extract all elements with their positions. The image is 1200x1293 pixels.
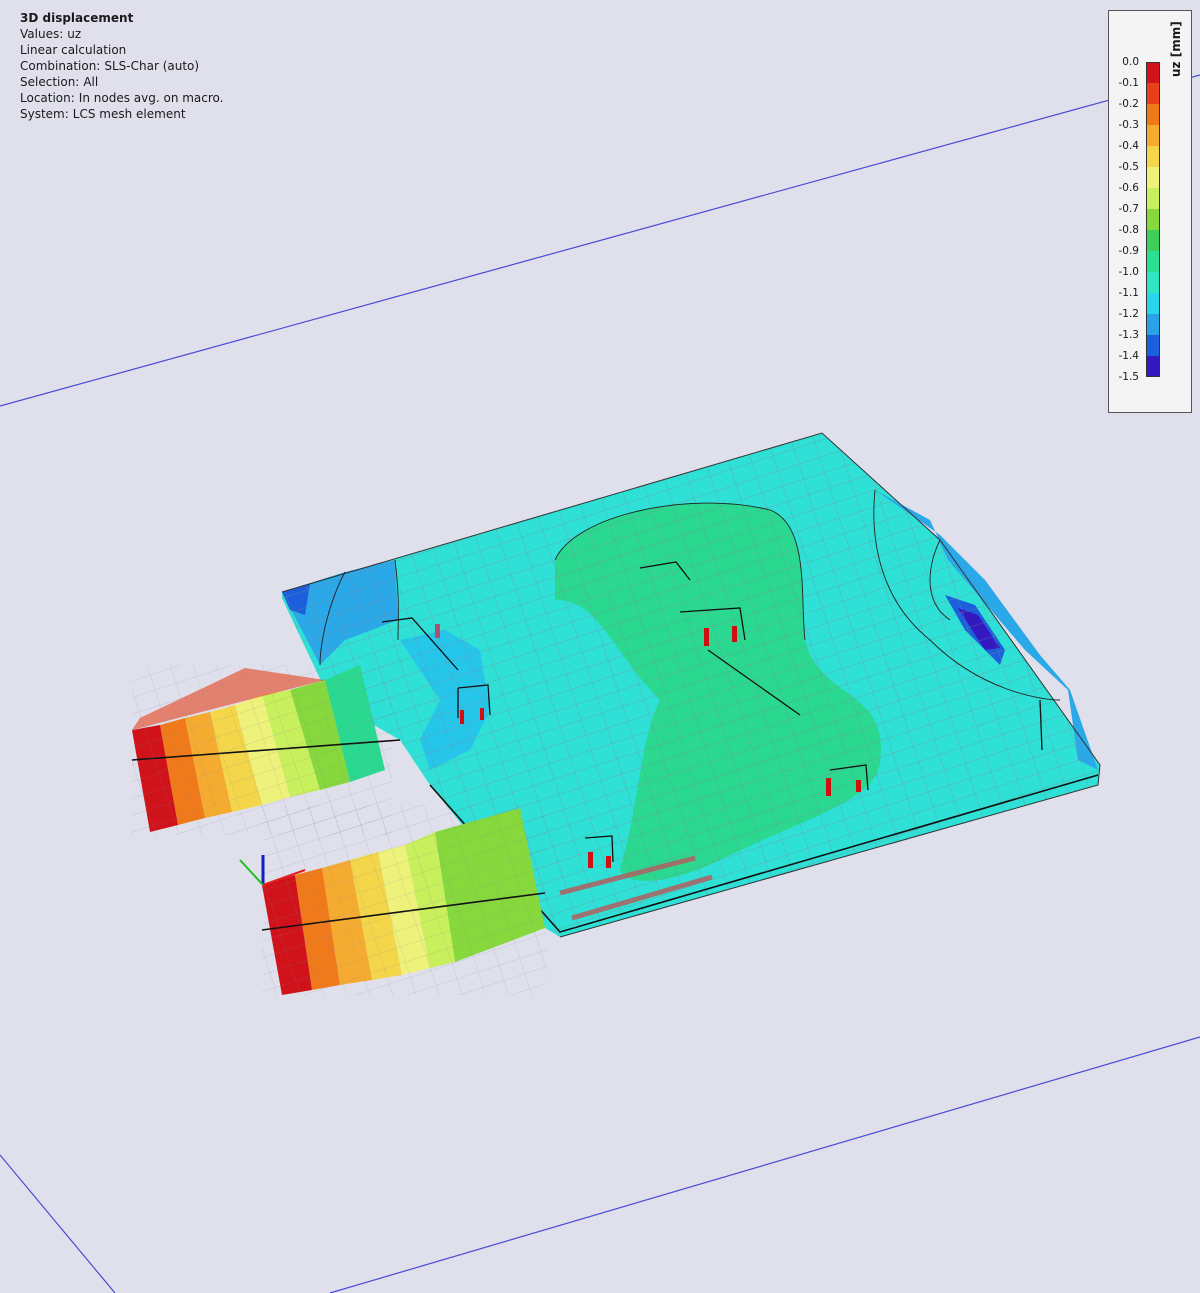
location-row: Location: In nodes avg. on macro.: [20, 90, 228, 106]
support-symbol: [704, 628, 709, 646]
selection-row: Selection: All: [20, 74, 228, 90]
support-symbol: [480, 708, 484, 720]
legend-swatch: [1146, 62, 1160, 83]
support-symbol: [606, 856, 611, 868]
location-value: In nodes avg. on macro.: [78, 91, 224, 105]
values-label: Values:: [20, 27, 64, 41]
system-value: LCS mesh element: [72, 107, 186, 121]
support-symbol: [588, 852, 593, 868]
legend-swatch: [1146, 356, 1160, 377]
legend-swatch: [1146, 251, 1160, 272]
result-title: 3D displacement: [20, 11, 134, 25]
selection-label: Selection:: [20, 75, 80, 89]
selection-value: All: [83, 75, 99, 89]
combination-row: Combination: SLS-Char (auto): [20, 58, 228, 74]
axis-y: [239, 859, 264, 886]
legend-tick-label: -0.5: [1118, 161, 1140, 173]
legend-tick-label: -1.3: [1118, 329, 1140, 341]
support-symbol: [732, 626, 737, 642]
legend-tick-label: -1.1: [1118, 287, 1140, 299]
legend-swatch: [1146, 188, 1160, 209]
legend-tick-label: -1.5: [1118, 371, 1140, 383]
system-label: System:: [20, 107, 69, 121]
values-row: Values: uz: [20, 26, 228, 42]
support-symbol: [856, 780, 861, 792]
legend-swatch: [1146, 125, 1160, 146]
arm-mesh: [262, 805, 547, 995]
legend-tick-label: -0.2: [1118, 98, 1140, 110]
legend-swatch: [1146, 230, 1160, 251]
legend-swatch: [1146, 272, 1160, 293]
legend-unit: uz [mm]: [1169, 21, 1183, 77]
support-symbol: [435, 624, 440, 638]
lower-arm[interactable]: [261, 805, 547, 995]
legend-swatch: [1146, 314, 1160, 335]
support-symbol: [826, 778, 831, 796]
legend-tick-label: -1.4: [1118, 350, 1140, 362]
legend-tick-label: -0.9: [1118, 245, 1140, 257]
legend-tick-label: -0.7: [1118, 203, 1140, 215]
model-viewport[interactable]: [0, 0, 1200, 1293]
legend-tick-label: -0.8: [1118, 224, 1140, 236]
legend-swatch: [1146, 167, 1160, 188]
legend-swatch: [1146, 209, 1160, 230]
legend-tick-label: -0.3: [1118, 119, 1140, 131]
legend-tick-label: -1.2: [1118, 308, 1140, 320]
legend-tick-label: 0.0: [1122, 56, 1139, 68]
combination-value: SLS-Char (auto): [104, 59, 200, 73]
values-value: uz: [67, 27, 82, 41]
legend-swatch: [1146, 335, 1160, 356]
legend-swatch: [1146, 293, 1160, 314]
combination-label: Combination:: [20, 59, 101, 73]
legend-tick-label: -0.4: [1118, 140, 1140, 152]
legend-tick-label: -1.0: [1118, 266, 1140, 278]
legend-swatch: [1146, 83, 1160, 104]
result-info-panel: 3D displacement Values: uz Linear calcula…: [20, 10, 228, 122]
system-row: System: LCS mesh element: [20, 106, 228, 122]
legend-tick-label: -0.6: [1118, 182, 1140, 194]
legend-color-bar: [1146, 62, 1160, 377]
legend-swatch: [1146, 104, 1160, 125]
location-label: Location:: [20, 91, 75, 105]
legend-tick-label: -0.1: [1118, 77, 1140, 89]
support-symbol: [460, 710, 464, 724]
legend-swatch: [1146, 146, 1160, 167]
color-legend: uz [mm] 0.0 -0.1 -0.2 -0.3 -0.4 -0.5 -0.6 -0.7 -…: [1108, 10, 1192, 413]
calculation-type: Linear calculation: [20, 43, 127, 57]
